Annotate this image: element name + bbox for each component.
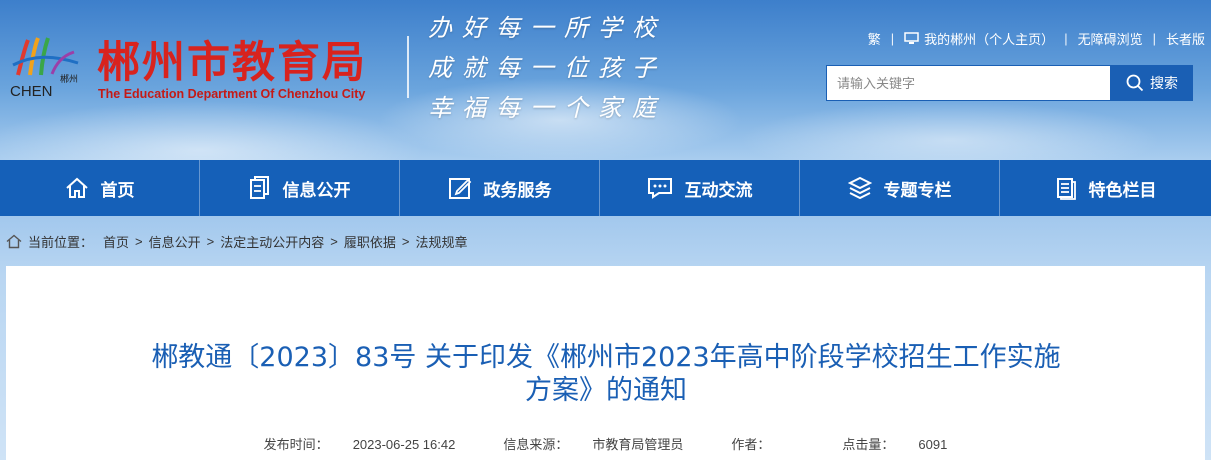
search-button-label: 搜索 <box>1150 75 1178 91</box>
article-meta: 发布时间： 2023-06-25 16:42 信息来源： 市教育局管理员 作者： 点… <box>6 434 1205 453</box>
breadcrumb-separator: > <box>401 234 410 249</box>
accessible-browse-link[interactable]: 无障碍浏览 <box>1078 29 1143 48</box>
elder-version-link[interactable]: 长者版 <box>1166 29 1205 48</box>
search-icon <box>1126 74 1144 92</box>
header-divider <box>407 36 409 98</box>
slogan-line-2: 成就每一位孩子 <box>428 54 666 82</box>
article-panel: 郴教通〔2023〕83号 关于印发《郴州市2023年高中阶段学校招生工作实施 方… <box>6 266 1205 460</box>
nav-label: 专题专栏 <box>883 180 952 200</box>
book-icon <box>1056 178 1076 200</box>
site-title-en: The Education Department Of Chenzhou Cit… <box>98 87 366 101</box>
search-button[interactable]: 搜索 <box>1111 65 1193 101</box>
slogan-line-3: 幸福每一个家庭 <box>428 94 666 122</box>
breadcrumb-item-regulations[interactable]: 法规规章 <box>415 232 467 251</box>
search-input[interactable] <box>826 65 1111 101</box>
svg-text:郴州: 郴州 <box>60 73 78 85</box>
breadcrumb-separator: > <box>330 234 338 249</box>
nav-item-interaction[interactable]: 互动交流 <box>600 160 800 216</box>
svg-text:CHEN: CHEN <box>10 83 53 100</box>
nav-item-gov-services[interactable]: 政务服务 <box>400 160 600 216</box>
breadcrumb-item-home[interactable]: 首页 <box>103 232 129 251</box>
nav-label: 互动交流 <box>684 180 753 200</box>
header-banner: 郴州 CHEN 郴州市教育局 The Education Department … <box>0 0 1211 160</box>
breadcrumb-separator: > <box>206 234 215 249</box>
slogan-line-1: 办好每一所学校 <box>428 14 666 42</box>
nav-label: 信息公开 <box>282 180 351 200</box>
article-title-line-1: 郴教通〔2023〕83号 关于印发《郴州市2023年高中阶段学校招生工作实施 <box>151 342 1061 373</box>
site-title-cn: 郴州市教育局 <box>97 38 367 88</box>
separator: | <box>890 31 895 46</box>
author: 作者： <box>731 437 771 452</box>
nav-label: 首页 <box>100 180 135 200</box>
nav-label: 特色栏目 <box>1088 180 1157 200</box>
article-title: 郴教通〔2023〕83号 关于印发《郴州市2023年高中阶段学校招生工作实施 方… <box>106 341 1106 407</box>
search-bar: 搜索 <box>826 65 1193 101</box>
click-count: 点击量： 6091 <box>842 437 948 452</box>
chat-icon <box>647 178 672 199</box>
top-links: 繁 | 我的郴州（个人主页） | 无障碍浏览 | 长者版 <box>868 29 1205 48</box>
publish-time: 发布时间： 2023-06-25 16:42 <box>263 437 456 452</box>
chenzhou-logo[interactable]: 郴州 CHEN <box>8 30 88 100</box>
my-chenzhou-label: 我的郴州（个人主页） <box>924 32 1055 47</box>
nav-item-featured[interactable]: 特色栏目 <box>1000 160 1211 216</box>
home-icon <box>6 234 22 249</box>
document-icon <box>249 176 269 199</box>
nav-item-special-topics[interactable]: 专题专栏 <box>800 160 1000 216</box>
nav-item-home[interactable]: 首页 <box>0 160 200 216</box>
layers-icon <box>847 176 872 200</box>
nav-item-info-disclosure[interactable]: 信息公开 <box>200 160 400 216</box>
main-nav: 首页 信息公开 政务服务 互动交流 专题专栏 特色栏目 <box>0 160 1211 216</box>
breadcrumb-separator: > <box>135 234 143 249</box>
breadcrumb-item-duties[interactable]: 履职依据 <box>344 232 396 251</box>
breadcrumb-prefix: 当前位置： <box>28 235 94 250</box>
breadcrumb-item-statutory[interactable]: 法定主动公开内容 <box>220 232 324 251</box>
breadcrumb: 当前位置： 首页 > 信息公开 > 法定主动公开内容 > 履职依据 > 法规规章 <box>6 232 467 251</box>
traditional-chinese-link[interactable]: 繁 <box>868 29 881 48</box>
separator: | <box>1064 31 1068 46</box>
nav-label: 政务服务 <box>483 180 552 200</box>
info-source: 信息来源： 市教育局管理员 <box>503 437 684 452</box>
article-title-line-2: 方案》的通知 <box>525 375 687 406</box>
breadcrumb-item-info[interactable]: 信息公开 <box>149 232 201 251</box>
computer-icon <box>904 32 919 44</box>
home-icon <box>65 177 88 198</box>
edit-icon <box>448 178 471 199</box>
separator: | <box>1152 31 1156 46</box>
my-chenzhou-link[interactable]: 我的郴州（个人主页） <box>904 29 1054 48</box>
